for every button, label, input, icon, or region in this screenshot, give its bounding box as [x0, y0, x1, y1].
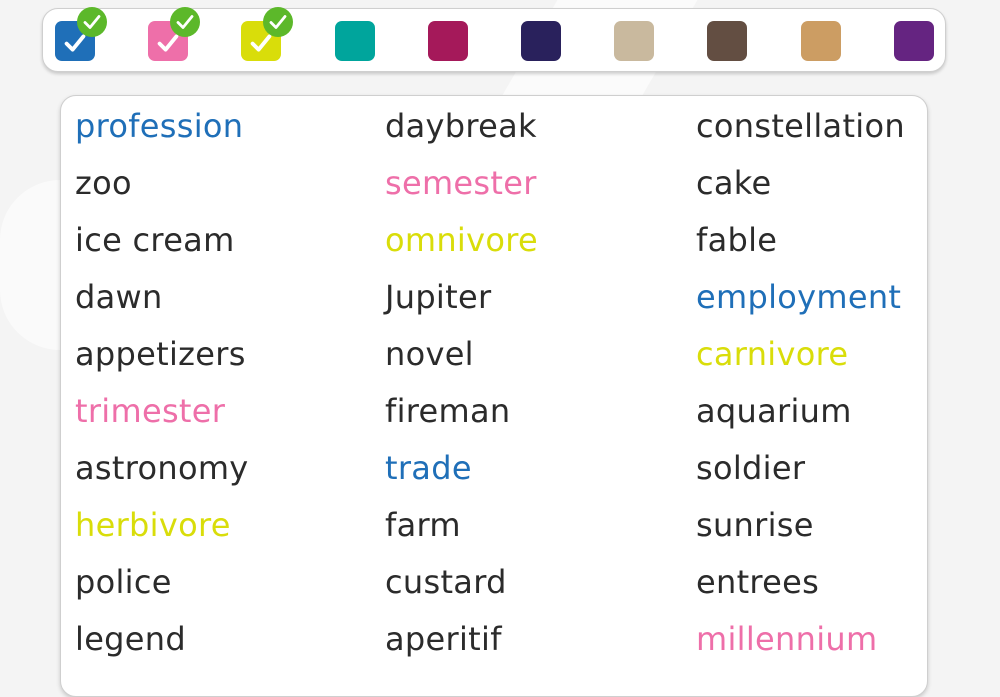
word-item[interactable]: profession: [75, 106, 243, 146]
checkmark-icon: [249, 31, 272, 52]
color-swatch-navy[interactable]: [521, 21, 561, 61]
color-swatch-yellow[interactable]: [241, 7, 294, 61]
word-item[interactable]: astronomy: [75, 448, 249, 488]
word-item[interactable]: custard: [385, 562, 507, 602]
word-item[interactable]: herbivore: [75, 505, 231, 545]
word-item[interactable]: trade: [385, 448, 472, 488]
color-swatch-tan[interactable]: [800, 21, 841, 61]
color-swatch-beige[interactable]: [614, 21, 655, 61]
word-item[interactable]: Jupiter: [385, 277, 491, 317]
checkmark-icon: [63, 31, 86, 52]
word-item[interactable]: ice cream: [75, 220, 235, 260]
selected-badge-check-icon: [263, 7, 294, 37]
word-item[interactable]: employment: [696, 277, 901, 317]
selected-badge-check-icon: [170, 7, 201, 37]
color-swatch-brown[interactable]: [707, 21, 748, 61]
word-item[interactable]: aquarium: [696, 391, 852, 431]
color-swatch-purple[interactable]: [893, 21, 934, 61]
word-item[interactable]: appetizers: [75, 334, 246, 374]
word-item[interactable]: zoo: [75, 163, 132, 203]
word-item[interactable]: daybreak: [385, 106, 537, 146]
word-item[interactable]: farm: [385, 505, 461, 545]
color-swatch-teal[interactable]: [334, 21, 375, 61]
word-item[interactable]: cake: [696, 163, 771, 203]
word-item[interactable]: aperitif: [385, 619, 502, 659]
checkmark-icon: [156, 31, 179, 52]
word-item[interactable]: sunrise: [696, 505, 814, 545]
color-swatch-pink[interactable]: [148, 7, 201, 61]
word-item[interactable]: trimester: [75, 391, 225, 431]
selected-badge-check-icon: [77, 7, 107, 37]
word-item[interactable]: fireman: [385, 391, 510, 431]
word-item[interactable]: millennium: [696, 619, 877, 659]
color-palette: [42, 7, 946, 72]
word-item[interactable]: carnivore: [696, 334, 848, 374]
word-item[interactable]: novel: [385, 334, 474, 374]
word-item[interactable]: omnivore: [385, 220, 538, 260]
word-item[interactable]: dawn: [75, 277, 163, 317]
word-item[interactable]: constellation: [696, 106, 905, 146]
color-swatch-blue[interactable]: [55, 7, 107, 61]
word-item[interactable]: entrees: [696, 562, 819, 602]
word-item[interactable]: police: [75, 562, 172, 602]
word-item[interactable]: fable: [696, 220, 777, 260]
color-swatch-crimson[interactable]: [427, 21, 468, 61]
word-item[interactable]: semester: [385, 163, 537, 203]
word-board: profession zoo ice cream dawn appetizers trim…: [60, 95, 928, 697]
word-item[interactable]: legend: [75, 619, 186, 659]
word-item[interactable]: soldier: [696, 448, 805, 488]
